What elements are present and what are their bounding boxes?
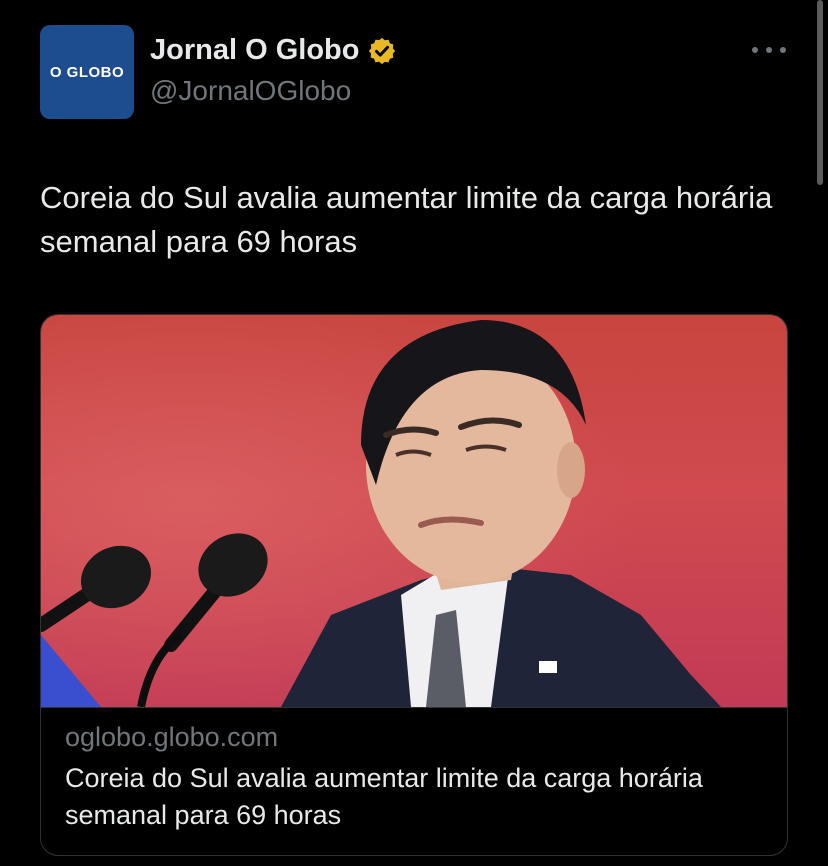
link-card-domain: oglobo.globo.com	[65, 722, 279, 752]
avatar-logo-text: O GLOBO	[49, 63, 125, 81]
avatar[interactable]: O GLOBO	[40, 25, 134, 119]
author-handle[interactable]: @JornalOGlobo	[150, 75, 351, 107]
link-card-image[interactable]	[41, 315, 787, 707]
author-name-row: Jornal O Globo	[150, 34, 397, 67]
more-options-icon[interactable]	[752, 40, 786, 60]
link-card-footer[interactable]: oglobo.globo.com Coreia do Sul avalia au…	[41, 707, 787, 855]
verified-badge-icon	[369, 37, 396, 64]
link-card-title: Coreia do Sul avalia aumentar limite da …	[65, 763, 703, 830]
scrollbar[interactable]	[817, 0, 823, 185]
link-card[interactable]: oglobo.globo.com Coreia do Sul avalia au…	[40, 314, 788, 856]
tweet-text: Coreia do Sul avalia aumentar limite da …	[40, 180, 773, 259]
tweet-view: O GLOBO Jornal O Globo @JornalOGlobo Cor…	[0, 0, 828, 866]
author-display-name[interactable]: Jornal O Globo	[150, 34, 359, 67]
